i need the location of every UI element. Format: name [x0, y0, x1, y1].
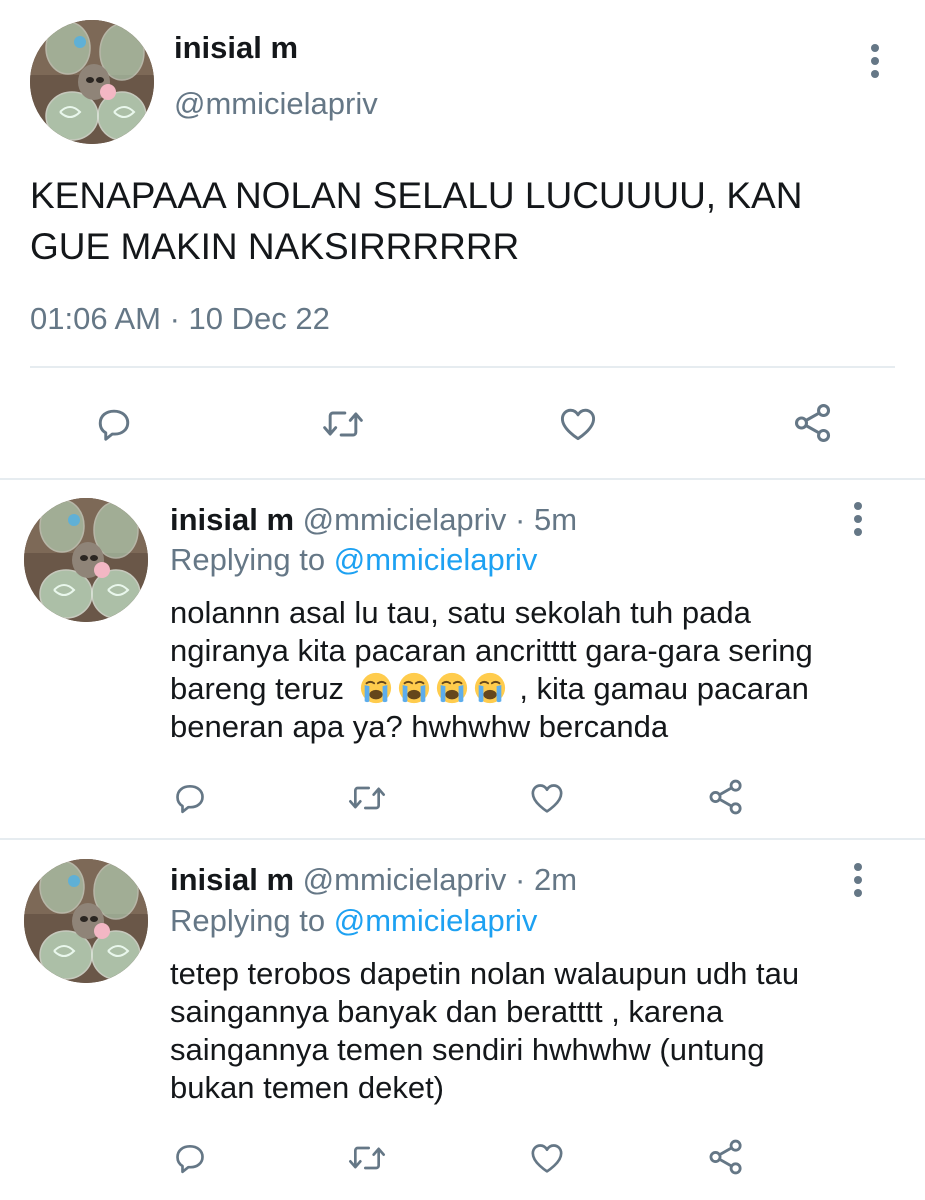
like-icon[interactable] [526, 1138, 568, 1178]
reply-text-line: bareng teruz , kita gamau pacaran [170, 670, 813, 708]
reply-text-line: saingannya banyak dan beratttt , karena [170, 994, 724, 1029]
retweet-icon[interactable] [320, 402, 366, 446]
replying-to: Replying to @mmicielapriv [170, 541, 537, 579]
separator-line [30, 366, 895, 368]
like-icon[interactable] [555, 402, 601, 446]
avatar[interactable] [24, 498, 148, 622]
replying-to-label: Replying to [170, 903, 326, 938]
display-name[interactable]: inisial m [174, 30, 298, 66]
display-name[interactable]: inisial m [170, 502, 294, 537]
reply-icon[interactable] [92, 402, 136, 446]
tweet-text: KENAPAAA NOLAN SELALU LUCUUUU, KAN GUE M… [30, 170, 802, 272]
reply-text-line: tetep terobos dapetin nolan walaupun udh… [170, 956, 800, 991]
reply-text-line: beneran apa ya? hwhwhw bercanda [170, 709, 669, 744]
reply-text-line: ngiranya kita pacaran ancritttt gara-gar… [170, 633, 813, 668]
replying-to: Replying to @mmicielapriv [170, 902, 537, 940]
loudly-crying-face-emoji [360, 672, 391, 704]
user-handle[interactable]: @mmicielapriv [174, 86, 378, 122]
kitten-fairy-wings-photo [24, 859, 148, 983]
share-icon[interactable] [790, 400, 836, 446]
reply-text-line: nolannn asal lu tau, satu sekolah tuh pa… [170, 595, 751, 630]
loudly-crying-face-emoji [398, 672, 429, 704]
user-handle[interactable]: @mmicielapriv [303, 502, 507, 537]
retweet-icon[interactable] [346, 778, 388, 818]
reply-icon[interactable] [170, 1138, 210, 1178]
reply-text-segment: , kita gamau pacaran [519, 671, 809, 706]
kitten-fairy-wings-photo [24, 498, 148, 622]
reply-header: inisial m @mmicielapriv · 2m [170, 861, 577, 899]
reply-text-line: bukan temen deket) [170, 1070, 445, 1105]
share-icon[interactable] [705, 1136, 747, 1178]
loudly-crying-face-emoji [474, 672, 505, 704]
reply-text: nolannn asal lu tau, satu sekolah tuh pa… [170, 594, 813, 746]
tweet-divider [0, 838, 925, 840]
replying-to-label: Replying to [170, 542, 326, 577]
tweet-text-line: KENAPAAA NOLAN SELALU LUCUUUU, KAN [30, 175, 803, 216]
reply-text: tetep terobos dapetin nolan walaupun udh… [170, 955, 799, 1107]
avatar[interactable] [24, 859, 148, 983]
more-options-icon[interactable] [848, 861, 868, 901]
retweet-icon[interactable] [346, 1138, 388, 1178]
avatar[interactable] [30, 20, 154, 144]
kitten-fairy-wings-photo [30, 20, 154, 144]
share-icon[interactable] [705, 776, 747, 818]
reply-icon[interactable] [170, 778, 210, 818]
timestamp[interactable]: 01:06 AM · 10 Dec 22 [30, 300, 330, 338]
replying-to-handle[interactable]: @mmicielapriv [334, 903, 538, 938]
more-options-icon[interactable] [848, 500, 868, 540]
tweet-text-line: GUE MAKIN NAKSIRRRRRR [30, 226, 520, 267]
relative-time[interactable]: · 2m [515, 862, 577, 897]
reply-header: inisial m @mmicielapriv · 5m [170, 501, 577, 539]
relative-time[interactable]: · 5m [515, 502, 577, 537]
reply-text-segment: bareng teruz [170, 671, 345, 706]
loudly-crying-face-emoji [436, 672, 467, 704]
user-handle[interactable]: @mmicielapriv [303, 862, 507, 897]
emoji-group [359, 671, 520, 706]
like-icon[interactable] [526, 778, 568, 818]
replying-to-handle[interactable]: @mmicielapriv [334, 542, 538, 577]
display-name[interactable]: inisial m [170, 862, 294, 897]
tweet-divider [0, 478, 925, 480]
reply-text-line: saingannya temen sendiri hwhwhw (untung [170, 1032, 765, 1067]
more-options-icon[interactable] [865, 42, 885, 82]
